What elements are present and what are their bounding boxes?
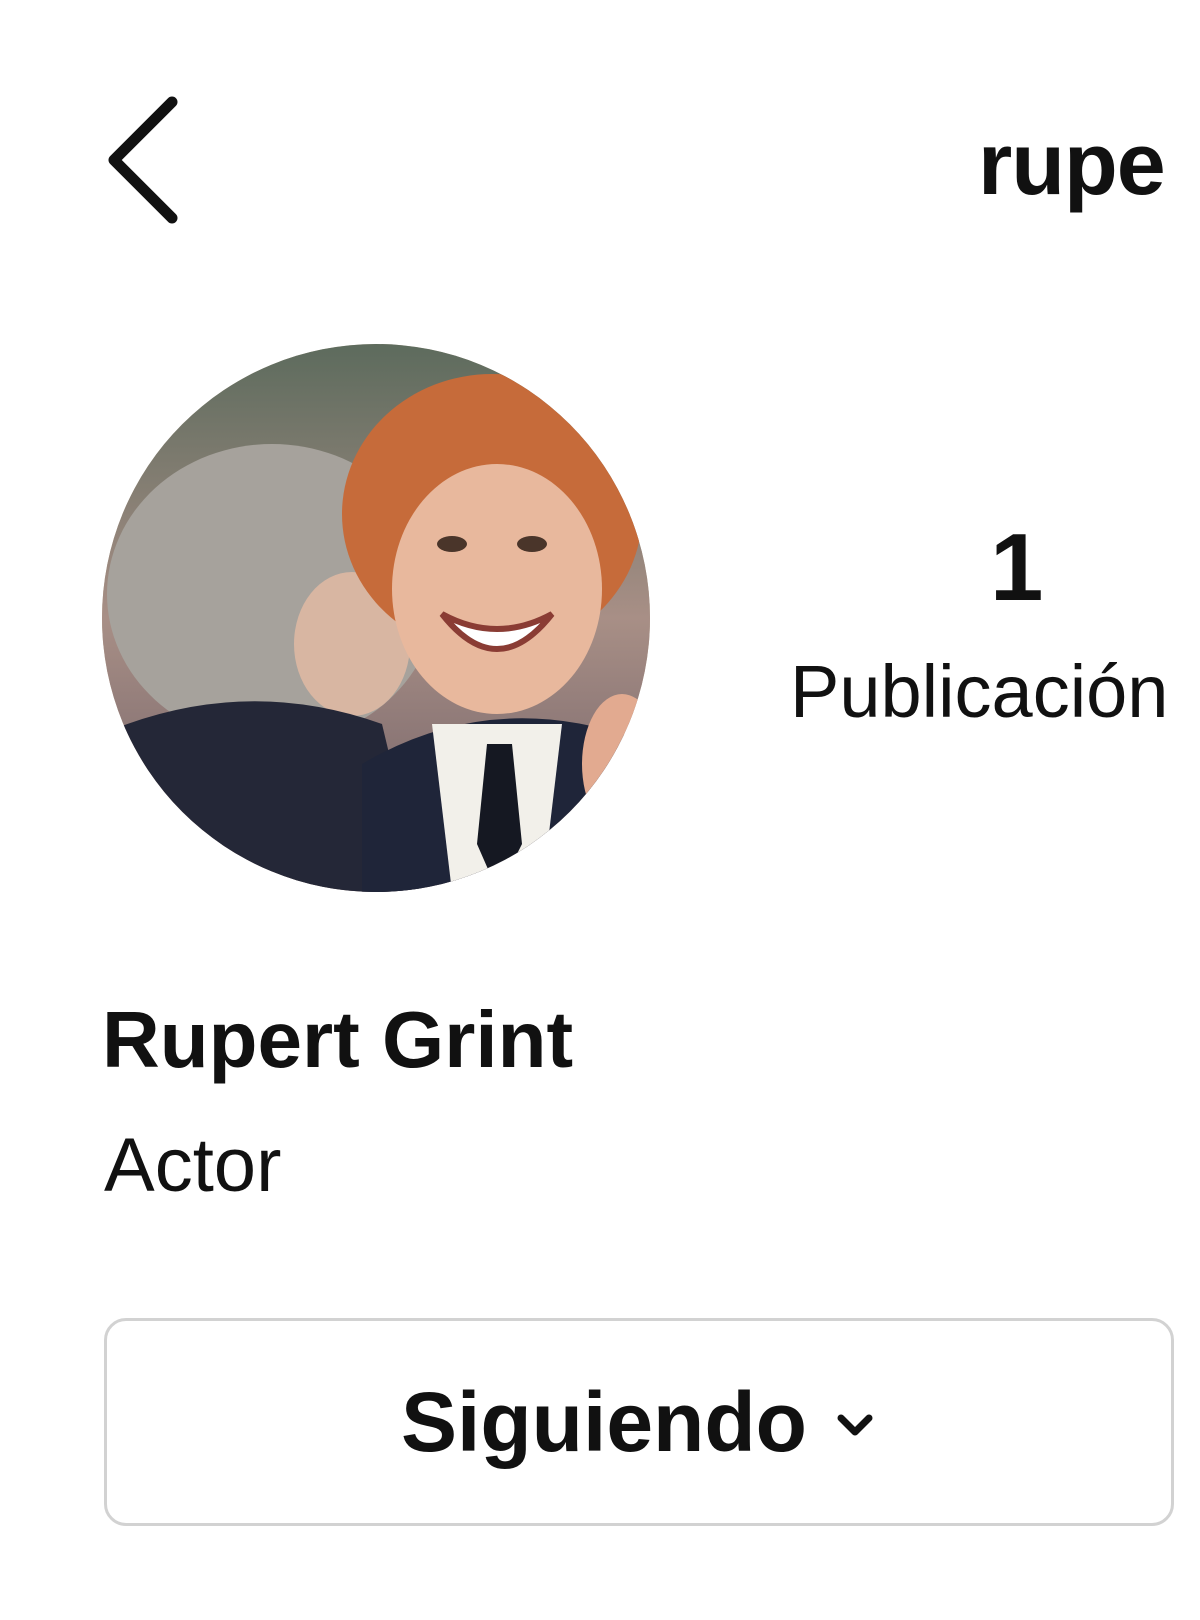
posts-count: 1: [990, 514, 1044, 621]
chevron-left-icon: [100, 90, 200, 230]
following-button-label: Siguiendo: [401, 1375, 807, 1469]
chevron-down-icon: [833, 1403, 877, 1447]
following-button[interactable]: Siguiendo: [104, 1318, 1174, 1526]
profile-full-name: Rupert Grint: [102, 995, 574, 1084]
avatar[interactable]: [102, 344, 650, 892]
profile-username: rupe: [978, 114, 1166, 213]
posts-label: Publicación: [790, 650, 1169, 733]
back-button[interactable]: [100, 90, 200, 230]
profile-bio: Actor: [104, 1123, 282, 1208]
